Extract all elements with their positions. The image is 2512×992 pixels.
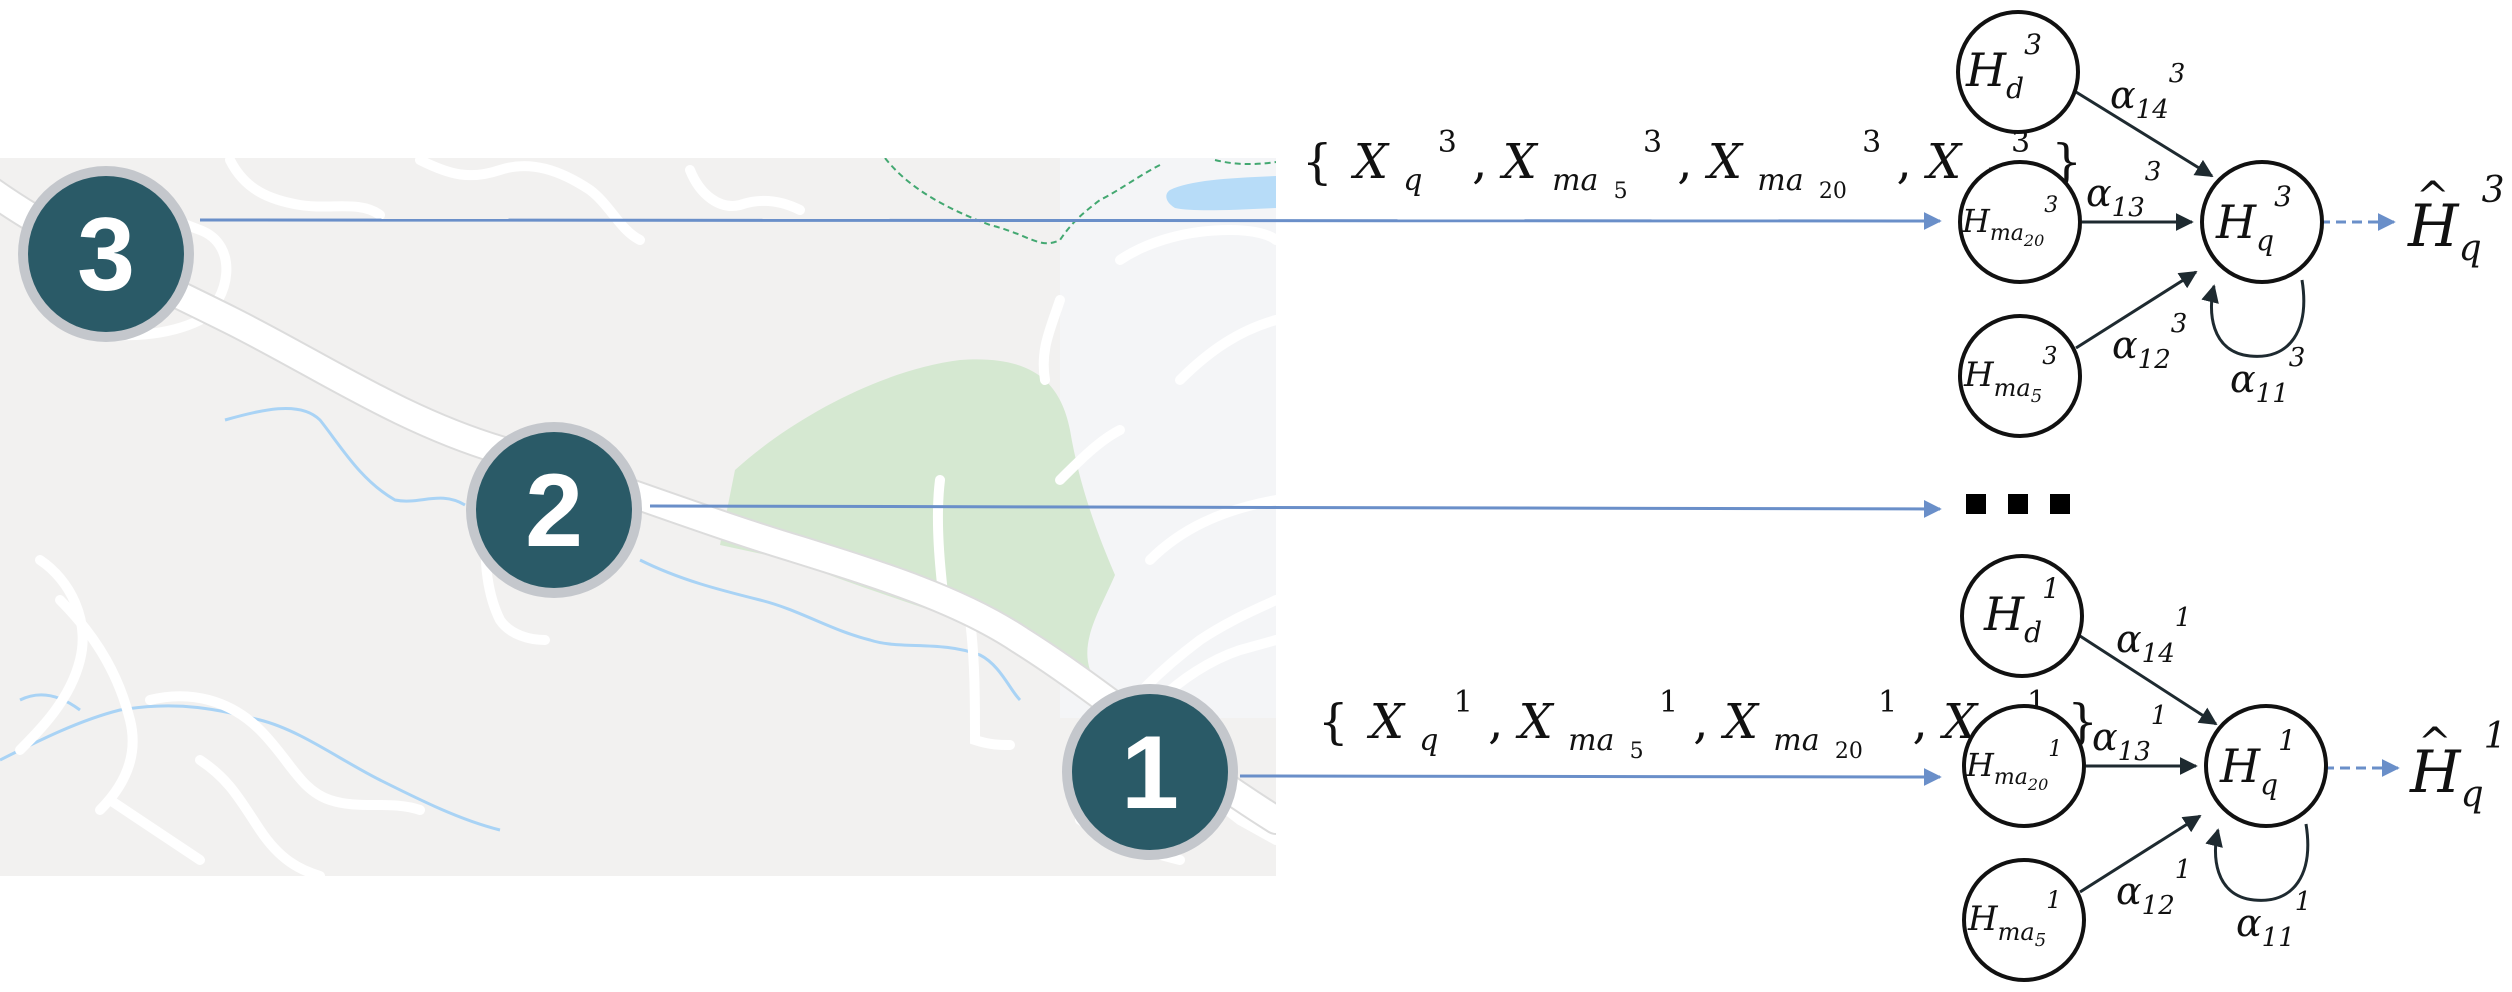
output-hq-hat-bottom: ^ Hq1	[2409, 716, 2507, 815]
attention-graph-top: Hd3 Hma203 Hma53 Hq3 α143 α133 α123 α113…	[1956, 10, 2505, 438]
weight-a11-bottom: α111	[2236, 887, 2311, 953]
marker-2[interactable]: 2	[466, 422, 642, 598]
ellipsis-square-1	[1966, 494, 1986, 514]
marker-3[interactable]: 3	[18, 166, 194, 342]
item-xma5-subsub: 5	[1630, 739, 1644, 764]
item-xq-sub: q	[1419, 723, 1438, 758]
item-xma20-sup: 1	[1878, 685, 1897, 720]
arrow-marker3-to-graph	[199, 211, 1942, 230]
attention-graph-bottom: Hd1 Hma201 Hma51 Hq1 α141 α131 α121 α111…	[1960, 554, 2507, 982]
item-xma5-sub: ma	[1568, 723, 1614, 758]
item-xma20-sub: ma	[1757, 163, 1803, 198]
item-xq: X	[1350, 134, 1390, 190]
weight-a12-bottom: α121	[2116, 855, 2191, 921]
marker-1-number: 1	[1121, 715, 1179, 831]
diagram-canvas: 3 2 1 { X q 3 , X ma 5 3 , X ma 20 3 , X…	[0, 10, 2507, 982]
item-xma5: X	[1515, 694, 1555, 750]
marker-3-number: 3	[77, 197, 135, 313]
node-hma20-top[interactable]: Hma203	[1958, 160, 2082, 284]
item-xma20-sub: ma	[1773, 723, 1819, 758]
item-xma5: X	[1499, 134, 1539, 190]
item-xma20-subsub: 20	[1835, 739, 1863, 764]
marker-1[interactable]: 1	[1062, 684, 1238, 860]
weight-a14-top: α143	[2110, 59, 2185, 125]
ellipsis-squares	[1966, 494, 2070, 514]
item-xd: X	[1923, 134, 1963, 190]
weight-a13-top: α133	[2086, 157, 2161, 223]
node-hd-bottom[interactable]: Hd1	[1960, 554, 2084, 678]
weight-a14-bottom: α141	[2116, 603, 2191, 669]
item-xma20: X	[1720, 694, 1760, 750]
output-hq-hat-top: ^ Hq3	[2407, 170, 2505, 269]
weight-a13-bottom: α131	[2092, 701, 2167, 767]
item-xma20: X	[1704, 134, 1744, 190]
node-hma5-bottom[interactable]: Hma51	[1962, 858, 2086, 982]
ellipsis-square-3	[2050, 494, 2070, 514]
item-xq-sub: q	[1403, 163, 1422, 198]
item-xma5-subsub: 5	[1614, 179, 1628, 204]
item-xma20-subsub: 20	[1819, 179, 1847, 204]
item-xma5-sub: ma	[1552, 163, 1598, 198]
item-xma5-sup: 3	[1643, 125, 1662, 160]
marker-2-number: 2	[525, 453, 583, 569]
node-hma5-top[interactable]: Hma53	[1958, 314, 2082, 438]
ellipsis-square-2	[2008, 494, 2028, 514]
item-xq-sup: 3	[1438, 125, 1457, 160]
node-hd-top[interactable]: Hd3	[1956, 10, 2080, 134]
item-xq: X	[1366, 694, 1406, 750]
brace-open: {	[1302, 134, 1333, 190]
brace-open: {	[1318, 694, 1349, 750]
node-hq-bottom[interactable]: Hq1	[2204, 704, 2328, 828]
node-hma20-bottom[interactable]: Hma201	[1962, 704, 2086, 828]
item-xq-sup: 1	[1454, 685, 1473, 720]
arrow-marker1-to-graph	[1239, 767, 1942, 786]
node-hq-top[interactable]: Hq3	[2200, 160, 2324, 284]
item-xma5-sup: 1	[1659, 685, 1678, 720]
item-xma20-sup: 3	[1862, 125, 1881, 160]
